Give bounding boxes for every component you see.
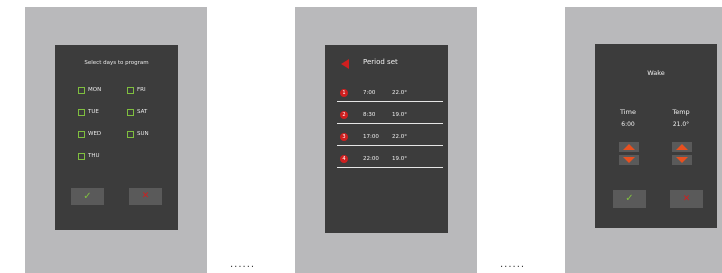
day-option-sun[interactable]: SUN <box>127 129 149 139</box>
period-temp: 19.0° <box>392 112 407 118</box>
time-value: 6:00 <box>621 121 635 128</box>
cross-icon: ✕ <box>141 191 150 201</box>
day-checkbox-wed[interactable] <box>78 130 85 138</box>
temp-value: 21.0° <box>672 121 690 128</box>
day-select-screen: Select days to program MON FRI TUE SAT W… <box>55 45 178 230</box>
period-time: 22:00 <box>363 156 379 162</box>
period-temp: 22.0° <box>392 134 407 140</box>
time-down-button[interactable] <box>619 155 639 165</box>
checkmark-icon: ✓ <box>625 193 634 204</box>
period-row-4[interactable]: 4 22:00 19.0° <box>337 152 443 168</box>
row-divider <box>337 101 443 102</box>
arrow-down-icon <box>676 157 688 163</box>
period-row-1[interactable]: 1 7:00 22.0° <box>337 86 443 102</box>
period-number-badge: 3 <box>340 133 348 141</box>
thermostat-device-1: Select days to program MON FRI TUE SAT W… <box>25 7 207 273</box>
ellipsis-separator-1: ...... <box>230 259 256 270</box>
temp-up-button[interactable] <box>672 142 692 152</box>
period-temp: 19.0° <box>392 156 407 162</box>
temp-down-button[interactable] <box>672 155 692 165</box>
period-temp: 22.0° <box>392 90 407 96</box>
day-checkbox-mon[interactable] <box>78 86 85 94</box>
period-set-title: Period set <box>363 58 398 66</box>
day-option-mon[interactable]: MON <box>78 85 101 95</box>
checkmark-icon: ✓ <box>83 190 92 202</box>
day-checkbox-tue[interactable] <box>78 108 85 116</box>
day-select-title: Select days to program <box>84 60 149 66</box>
day-label-thu: THU <box>88 153 100 159</box>
temp-label: Temp <box>672 108 690 116</box>
day-option-wed[interactable]: WED <box>78 129 101 139</box>
day-label-sat: SAT <box>137 109 148 115</box>
period-row-2[interactable]: 2 8:30 19.0° <box>337 108 443 124</box>
period-time: 8:30 <box>363 112 376 118</box>
day-option-fri[interactable]: FRI <box>127 85 146 95</box>
thermostat-device-2: Period set 1 7:00 22.0° 2 8:30 19.0° 3 1… <box>295 7 477 273</box>
period-number-badge: 1 <box>340 89 348 97</box>
day-label-mon: MON <box>88 87 102 93</box>
cross-icon: ✕ <box>682 193 691 204</box>
period-number-badge: 4 <box>340 155 348 163</box>
confirm-button[interactable]: ✓ <box>71 188 104 205</box>
period-time: 17:00 <box>363 134 379 140</box>
day-label-wed: WED <box>88 131 102 137</box>
time-label: Time <box>620 108 636 116</box>
day-option-tue[interactable]: TUE <box>78 107 99 117</box>
period-set-screen: Period set 1 7:00 22.0° 2 8:30 19.0° 3 1… <box>325 45 448 233</box>
day-checkbox-sat[interactable] <box>127 108 134 116</box>
thermostat-device-3: Wake Time 6:00 Temp 21.0° ✓ ✕ <box>565 7 722 273</box>
row-divider <box>337 167 443 168</box>
day-label-sun: SUN <box>137 131 149 137</box>
ellipsis-separator-2: ...... <box>500 259 526 270</box>
cancel-button[interactable]: ✕ <box>129 188 162 205</box>
day-option-thu[interactable]: THU <box>78 151 100 161</box>
cancel-button[interactable]: ✕ <box>670 190 703 208</box>
day-checkbox-thu[interactable] <box>78 152 85 160</box>
day-label-fri: FRI <box>137 87 146 93</box>
arrow-up-icon <box>676 144 688 150</box>
back-arrow-icon[interactable] <box>341 59 349 69</box>
period-row-3[interactable]: 3 17:00 22.0° <box>337 130 443 146</box>
row-divider <box>337 123 443 124</box>
arrow-up-icon <box>623 144 635 150</box>
day-checkbox-sun[interactable] <box>127 130 134 138</box>
day-option-sat[interactable]: SAT <box>127 107 147 117</box>
day-label-tue: TUE <box>88 109 99 115</box>
wake-screen: Wake Time 6:00 Temp 21.0° ✓ ✕ <box>595 44 717 228</box>
arrow-down-icon <box>623 157 635 163</box>
day-checkbox-fri[interactable] <box>127 86 134 94</box>
time-up-button[interactable] <box>619 142 639 152</box>
confirm-button[interactable]: ✓ <box>613 190 646 208</box>
period-number-badge: 2 <box>340 111 348 119</box>
row-divider <box>337 145 443 146</box>
period-time: 7:00 <box>363 90 376 96</box>
wake-title: Wake <box>647 69 665 77</box>
